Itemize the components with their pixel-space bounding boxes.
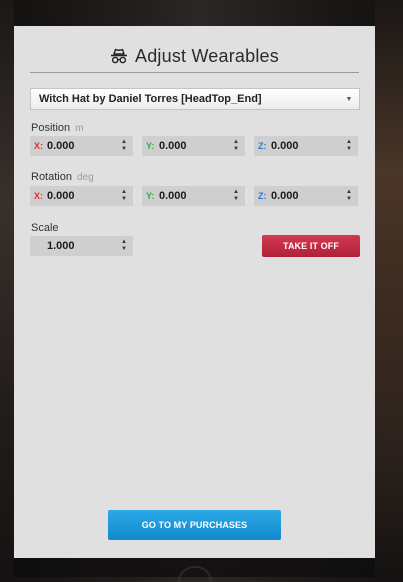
rotation-x-value: 0.000: [47, 190, 75, 202]
position-x-field[interactable]: X: 0.000 ▲ ▼: [30, 136, 133, 156]
position-y-value: 0.000: [159, 140, 187, 152]
page-title: Adjust Wearables: [135, 45, 279, 66]
background-left-edge: [0, 0, 14, 577]
rotation-z-value: 0.000: [271, 190, 299, 202]
scale-label: Scale: [31, 222, 59, 234]
panel-header: Adjust Wearables: [14, 42, 375, 70]
axis-z-label: Z:: [258, 191, 267, 201]
spinner-arrows-icon[interactable]: ▲ ▼: [230, 138, 242, 154]
axis-y-label: Y:: [146, 141, 155, 151]
scale-label-text: Scale: [31, 222, 59, 234]
position-z-field[interactable]: Z: 0.000 ▲ ▼: [254, 136, 358, 156]
position-y-field[interactable]: Y: 0.000 ▲ ▼: [142, 136, 245, 156]
position-x-value: 0.000: [47, 140, 75, 152]
chevron-down-icon[interactable]: ▼: [339, 89, 359, 109]
rotation-label-text: Rotation: [31, 171, 72, 183]
wearable-select-value: Witch Hat by Daniel Torres [HeadTop_End]: [39, 93, 262, 105]
rotation-z-field[interactable]: Z: 0.000 ▲ ▼: [254, 186, 358, 206]
rotation-y-value: 0.000: [159, 190, 187, 202]
spinner-arrows-icon[interactable]: ▲ ▼: [230, 188, 242, 204]
rotation-y-field[interactable]: Y: 0.000 ▲ ▼: [142, 186, 245, 206]
spy-hat-icon: [111, 48, 128, 64]
spinner-arrows-icon[interactable]: ▲ ▼: [118, 238, 130, 254]
adjust-wearables-panel: Adjust Wearables Witch Hat by Daniel Tor…: [14, 26, 375, 558]
axis-y-label: Y:: [146, 191, 155, 201]
rotation-unit: deg: [76, 172, 94, 183]
position-z-value: 0.000: [271, 140, 299, 152]
spinner-arrows-icon[interactable]: ▲ ▼: [118, 188, 130, 204]
axis-x-label: X:: [34, 141, 43, 151]
background-right-edge: [375, 0, 403, 577]
spinner-arrows-icon[interactable]: ▲ ▼: [343, 138, 355, 154]
axis-z-label: Z:: [258, 141, 267, 151]
spinner-arrows-icon[interactable]: ▲ ▼: [343, 188, 355, 204]
take-it-off-button[interactable]: TAKE IT OFF: [262, 235, 360, 257]
rotation-label: Rotation deg: [31, 171, 94, 183]
scale-field[interactable]: 1.000 ▲ ▼: [30, 236, 133, 256]
position-label-text: Position: [31, 122, 71, 134]
axis-x-label: X:: [34, 191, 43, 201]
spinner-arrows-icon[interactable]: ▲ ▼: [118, 138, 130, 154]
go-to-purchases-button[interactable]: GO TO MY PURCHASES: [108, 510, 281, 540]
rotation-x-field[interactable]: X: 0.000 ▲ ▼: [30, 186, 133, 206]
wearable-select[interactable]: Witch Hat by Daniel Torres [HeadTop_End]…: [30, 88, 360, 110]
position-unit: m: [75, 123, 84, 134]
background-glyph: [178, 566, 212, 582]
scale-value: 1.000: [47, 240, 75, 252]
position-label: Position m: [31, 122, 83, 134]
header-divider: [30, 72, 359, 73]
